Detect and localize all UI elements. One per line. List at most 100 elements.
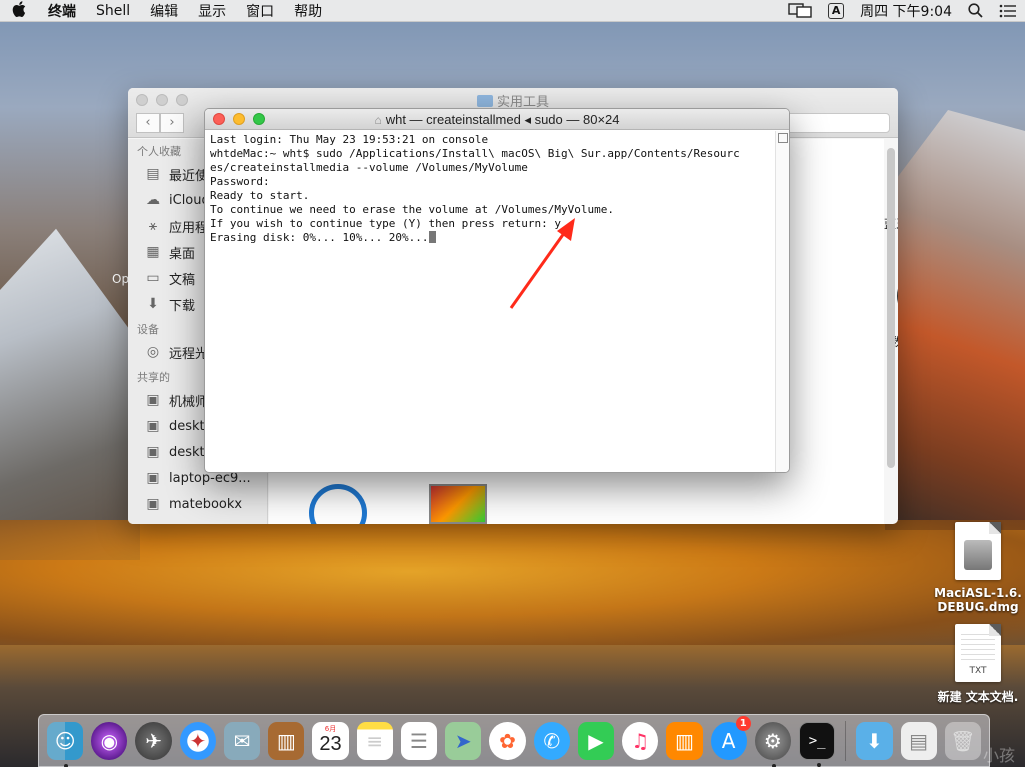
maps-dock-icon[interactable]: ➤ xyxy=(445,721,482,760)
spotlight-search-icon[interactable] xyxy=(968,3,983,18)
terminal-close-button[interactable] xyxy=(213,113,225,125)
terminal-line: Last login: Thu May 23 19:53:21 on conso… xyxy=(210,133,489,146)
back-button[interactable]: ‹ xyxy=(136,113,160,133)
photos-dock-icon[interactable]: ✿ xyxy=(489,721,526,760)
app-store-badge: 1 xyxy=(735,715,751,731)
disc-icon: ◎ xyxy=(146,344,160,360)
menu-help[interactable]: 帮助 xyxy=(284,1,332,21)
recents-icon: ▤ xyxy=(146,166,160,182)
desktop-partial-label: Op xyxy=(112,272,130,286)
terminal-scroll-corner-icon xyxy=(778,133,788,143)
terminal-line: Erasing disk: 0%... 10%... 20%... xyxy=(210,231,429,244)
desktop-file-dmg[interactable]: MaciASL-1.6. DEBUG.dmg xyxy=(930,522,1025,614)
watermark-text: 小孩 xyxy=(982,746,1015,765)
terminal-line: To continue we need to erase the volume … xyxy=(210,203,614,216)
finder-nav-buttons: ‹ › xyxy=(136,113,184,133)
finder-dock-icon[interactable]: ☺ xyxy=(47,721,84,767)
calendar-month: 6月 xyxy=(324,724,337,733)
file-type-label: TXT xyxy=(969,666,987,676)
utilities-folder-icon xyxy=(476,95,493,107)
documents-stack-dock-icon[interactable]: ▤ xyxy=(900,721,937,760)
sidebar-item-label: matebookx xyxy=(169,496,243,512)
downloads-folder-dock-icon[interactable]: ⬇ xyxy=(856,721,893,760)
terminal-window-controls xyxy=(213,113,265,125)
menu-shell[interactable]: Shell xyxy=(86,3,140,19)
desktop-icon: ▦ xyxy=(146,244,160,260)
sidebar-item-label: deskt xyxy=(169,418,205,434)
safari-dock-icon[interactable]: ✦ xyxy=(179,721,216,760)
terminal-dock-icon[interactable]: >_ xyxy=(798,721,836,767)
sidebar-item-label: 文稿 xyxy=(169,272,196,288)
airplay-display-icon[interactable] xyxy=(788,2,812,19)
terminal-line: whtdeMac:~ wht$ sudo /Applications/Insta… xyxy=(210,147,740,160)
terminal-cursor xyxy=(428,231,436,243)
desktop-file-txt[interactable]: TXT 新建 文本文档. xyxy=(930,624,1025,705)
calendar-dock-icon[interactable]: 6月 23 xyxy=(312,721,349,760)
terminal-output[interactable]: Last login: Thu May 23 19:53:21 on conso… xyxy=(205,131,775,472)
computer-icon: ▣ xyxy=(146,496,160,512)
dmg-file-icon xyxy=(955,522,1001,580)
sidebar-item-label: 机械师 xyxy=(169,394,209,410)
cloud-icon: ☁ xyxy=(146,192,160,208)
trash-dock-icon[interactable]: 🗑 xyxy=(944,721,981,760)
input-source-icon[interactable]: A xyxy=(828,2,845,19)
terminal-titlebar: ⌂ wht — createinstallmed ◂ sudo — 80×24 xyxy=(205,109,789,130)
forward-button[interactable]: › xyxy=(160,113,184,133)
mail-dock-icon[interactable]: ✉ xyxy=(223,721,261,760)
menu-clock[interactable]: 周四 下午9:04 xyxy=(860,1,952,21)
reminders-dock-icon[interactable]: ☰ xyxy=(400,721,438,760)
sidebar-item-label: 最近使 xyxy=(169,168,209,184)
dock: ☺ ◉ ✈ ✦ ✉ ▥ 6月 23 ≡ ☰ ➤ ✿ ✆ ▶ ♫ ▥ A1 ⚙ >… xyxy=(38,714,990,767)
annotation-arrow-icon xyxy=(509,218,575,309)
menu-app-terminal[interactable]: 终端 xyxy=(38,1,86,21)
terminal-title: wht — createinstallmed ◂ sudo — 80×24 xyxy=(385,112,620,127)
itunes-dock-icon[interactable]: ♫ xyxy=(622,721,659,760)
calendar-day: 23 xyxy=(319,733,342,755)
menu-edit[interactable]: 编辑 xyxy=(140,1,188,21)
terminal-line: If you wish to continue type (Y) then pr… xyxy=(210,217,561,230)
siri-dock-icon[interactable]: ◉ xyxy=(91,721,128,760)
desktop-file-label: MaciASL-1.6. DEBUG.dmg xyxy=(934,586,1022,614)
wallpaper-mountain-right xyxy=(885,110,1025,530)
launchpad-dock-icon[interactable]: ✈ xyxy=(135,721,172,760)
computer-icon: ▣ xyxy=(146,444,160,460)
sidebar-item-label: 下载 xyxy=(169,298,196,314)
applications-icon: ⚹ xyxy=(148,218,158,234)
computer-icon: ▣ xyxy=(146,392,160,408)
menu-view[interactable]: 显示 xyxy=(188,1,236,21)
dock-separator xyxy=(845,720,847,761)
computer-icon: ▣ xyxy=(146,470,160,486)
desktop-file-label: 新建 文本文档. xyxy=(937,690,1019,704)
sidebar-item-shared-4[interactable]: ▣ matebookx xyxy=(128,491,267,517)
apple-menu-icon[interactable] xyxy=(0,0,38,21)
text-file-icon: TXT xyxy=(955,624,1001,682)
ibooks-dock-icon[interactable]: ▥ xyxy=(666,721,703,760)
sidebar-item-label: 桌面 xyxy=(169,246,196,262)
finder-search-input[interactable] xyxy=(780,113,890,133)
terminal-scrollbar[interactable] xyxy=(775,131,789,472)
sidebar-item-label: 应用程 xyxy=(169,220,209,236)
home-folder-icon: ⌂ xyxy=(374,113,382,127)
system-preferences-dock-icon[interactable]: ⚙ xyxy=(754,721,791,767)
terminal-line: Password: xyxy=(210,175,270,188)
app-store-dock-icon[interactable]: A1 xyxy=(710,715,751,760)
network-utility-icon[interactable] xyxy=(309,484,367,524)
finder-scrollbar[interactable] xyxy=(887,148,895,468)
wallpaper-mountain-left xyxy=(0,228,140,560)
notes-dock-icon[interactable]: ≡ xyxy=(356,721,393,760)
grapher-icon[interactable] xyxy=(429,484,487,524)
menu-bar: 终端 Shell 编辑 显示 窗口 帮助 A 周四 下午9:04 xyxy=(0,0,1025,22)
terminal-minimize-button[interactable] xyxy=(233,113,245,125)
wallpaper-forest xyxy=(0,520,1025,650)
terminal-zoom-button[interactable] xyxy=(253,113,265,125)
sidebar-item-label: 远程光 xyxy=(169,346,209,362)
terminal-window: ⌂ wht — createinstallmed ◂ sudo — 80×24 L… xyxy=(204,108,790,473)
notification-center-icon[interactable] xyxy=(999,4,1017,18)
menu-window[interactable]: 窗口 xyxy=(236,1,284,21)
document-icon: ▭ xyxy=(146,270,160,286)
contacts-dock-icon[interactable]: ▥ xyxy=(268,721,305,760)
messages-dock-icon[interactable]: ✆ xyxy=(533,721,570,760)
computer-icon: ▣ xyxy=(146,418,160,434)
download-icon: ⬇ xyxy=(147,296,159,312)
facetime-dock-icon[interactable]: ▶ xyxy=(577,721,615,760)
